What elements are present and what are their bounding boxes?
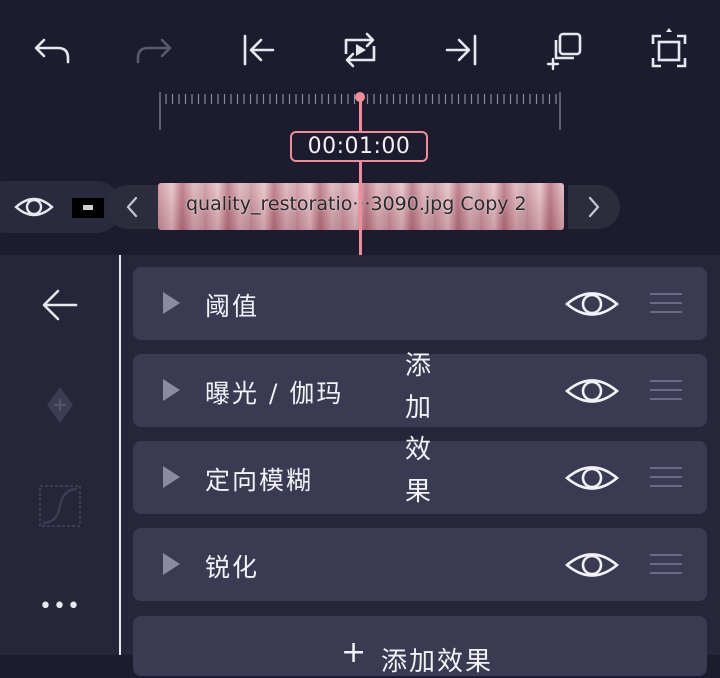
effect-name: 锐化 bbox=[205, 553, 260, 582]
undo-button[interactable] bbox=[24, 22, 80, 78]
plus-icon: + bbox=[341, 635, 367, 670]
drag-handle-icon[interactable] bbox=[650, 554, 682, 576]
chevron-right-icon bbox=[588, 196, 600, 218]
add-effect-button[interactable]: + 添加效果 bbox=[133, 616, 707, 677]
tooltip-char: 加 bbox=[404, 393, 431, 423]
jump-to-end-button[interactable] bbox=[435, 22, 491, 78]
redo-button[interactable] bbox=[126, 22, 182, 78]
tooltip-char: 效 bbox=[404, 435, 431, 465]
track-control[interactable] bbox=[0, 181, 122, 233]
back-arrow-icon bbox=[42, 289, 78, 321]
expand-triangle-icon[interactable] bbox=[163, 379, 180, 401]
drag-handle-icon[interactable] bbox=[650, 467, 682, 489]
jump-to-start-icon bbox=[243, 34, 275, 66]
fullscreen-button[interactable] bbox=[641, 22, 697, 78]
playhead-handle[interactable] bbox=[355, 92, 365, 102]
add-effect-label: 添加效果 bbox=[381, 647, 494, 677]
timecode-display: 00:01:00 bbox=[290, 131, 428, 162]
add-keyframe-icon bbox=[47, 387, 73, 423]
tooltip-char: 添 bbox=[404, 351, 431, 381]
add-layer-icon bbox=[546, 32, 582, 71]
visibility-eye-icon[interactable] bbox=[565, 459, 619, 497]
add-effect-tooltip: 添 加 效 果 bbox=[398, 345, 438, 513]
chevron-left-icon bbox=[126, 196, 138, 218]
curve-icon bbox=[39, 485, 81, 527]
jump-to-start-button[interactable] bbox=[229, 22, 285, 78]
loop-play-icon bbox=[344, 32, 376, 68]
redo-icon bbox=[136, 38, 172, 64]
undo-icon bbox=[34, 38, 70, 64]
expand-triangle-icon[interactable] bbox=[163, 553, 180, 575]
add-layer-button[interactable] bbox=[538, 22, 594, 78]
top-toolbar bbox=[0, 0, 720, 100]
loop-play-button[interactable] bbox=[332, 22, 388, 78]
back-button[interactable] bbox=[30, 280, 90, 330]
scroll-right-button[interactable] bbox=[568, 185, 620, 229]
track-visibility-icon[interactable] bbox=[14, 190, 54, 224]
effect-name: 阈值 bbox=[205, 292, 260, 321]
visibility-eye-icon[interactable] bbox=[565, 546, 619, 584]
drag-handle-icon[interactable] bbox=[650, 293, 682, 315]
scroll-left-button[interactable] bbox=[106, 185, 158, 229]
track-thumbnail bbox=[72, 198, 104, 218]
more-button[interactable]: ••• bbox=[30, 581, 90, 631]
add-keyframe-button[interactable] bbox=[30, 380, 90, 430]
effect-name: 曝光 / 伽玛 bbox=[205, 379, 344, 408]
effect-item[interactable]: 阈值 bbox=[133, 267, 707, 340]
fullscreen-icon bbox=[651, 28, 687, 68]
playhead[interactable] bbox=[359, 94, 362, 256]
drag-handle-icon[interactable] bbox=[650, 380, 682, 402]
effects-sidebar: ••• bbox=[0, 255, 120, 655]
visibility-eye-icon[interactable] bbox=[565, 285, 619, 323]
effect-name: 定向模糊 bbox=[205, 466, 314, 495]
jump-to-end-icon bbox=[445, 34, 477, 66]
visibility-eye-icon[interactable] bbox=[565, 372, 619, 410]
expand-triangle-icon[interactable] bbox=[163, 292, 180, 314]
sidebar-divider bbox=[119, 255, 121, 655]
expand-triangle-icon[interactable] bbox=[163, 466, 180, 488]
clip-label: quality_restoratio···3090.jpg Copy 2 bbox=[186, 193, 527, 215]
effect-item[interactable]: 锐化 bbox=[133, 528, 707, 601]
tooltip-char: 果 bbox=[404, 477, 431, 507]
curve-button[interactable] bbox=[30, 481, 90, 531]
